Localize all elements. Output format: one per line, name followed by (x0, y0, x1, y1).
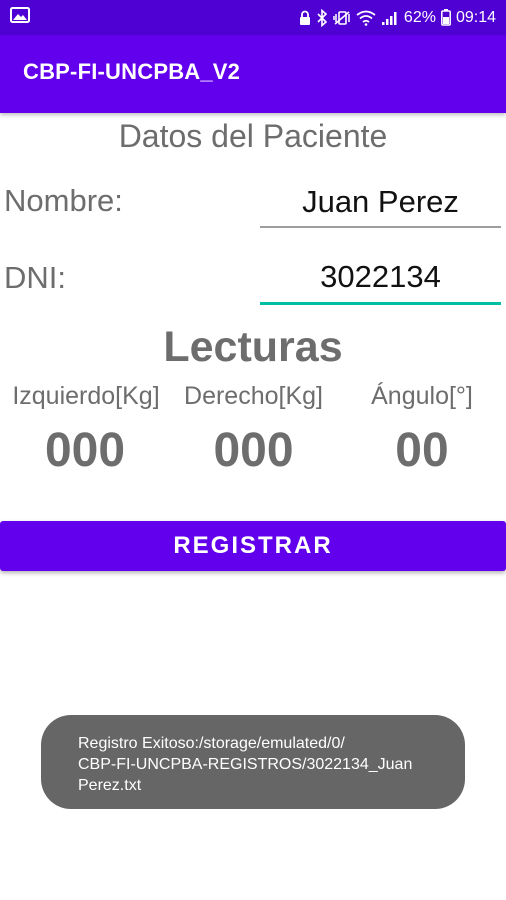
name-field[interactable]: Juan Perez (260, 184, 501, 228)
dni-field[interactable]: 3022134 (260, 259, 501, 305)
readings-section-title: Lecturas (163, 323, 343, 371)
dni-label: DNI: (4, 260, 66, 295)
left-weight-value: 000 (44, 424, 126, 477)
status-bar: 62% 09:14 (0, 0, 506, 35)
vibrate-icon (333, 10, 351, 26)
app-bar: CBP-FI-UNCPBA_V2 (0, 35, 506, 113)
wifi-icon (356, 10, 376, 26)
battery-percent: 62% (403, 8, 436, 26)
gallery-icon (10, 7, 30, 28)
status-right: 62% 09:14 (299, 8, 496, 27)
patient-section-title: Datos del Paciente (118, 118, 388, 154)
register-button[interactable]: REGISTRAR (0, 521, 506, 571)
bluetooth-icon (316, 8, 328, 27)
toast-line-1: Registro Exitoso:/storage/emulated/0/ (78, 735, 345, 752)
lock-icon (299, 10, 311, 26)
name-label: Nombre: (4, 183, 123, 218)
app-title: CBP-FI-UNCPBA_V2 (23, 59, 241, 84)
right-weight-value: 000 (213, 424, 294, 477)
signal-icon (381, 10, 399, 26)
angle-label: Ángulo[°] (371, 382, 473, 410)
left-weight-label: Izquierdo[Kg] (12, 382, 160, 410)
status-time: 09:14 (455, 8, 496, 26)
battery-icon (441, 9, 451, 26)
toast-line-2: CBP-FI-UNCPBA-REGISTROS/3022134_Juan (78, 756, 413, 773)
toast-message: Registro Exitoso:/storage/emulated/0/ CB… (41, 715, 465, 809)
right-weight-label: Derecho[Kg] (184, 382, 323, 410)
toast-line-3: Perez.txt (78, 777, 142, 794)
status-left (10, 7, 30, 28)
angle-value: 00 (395, 424, 449, 477)
